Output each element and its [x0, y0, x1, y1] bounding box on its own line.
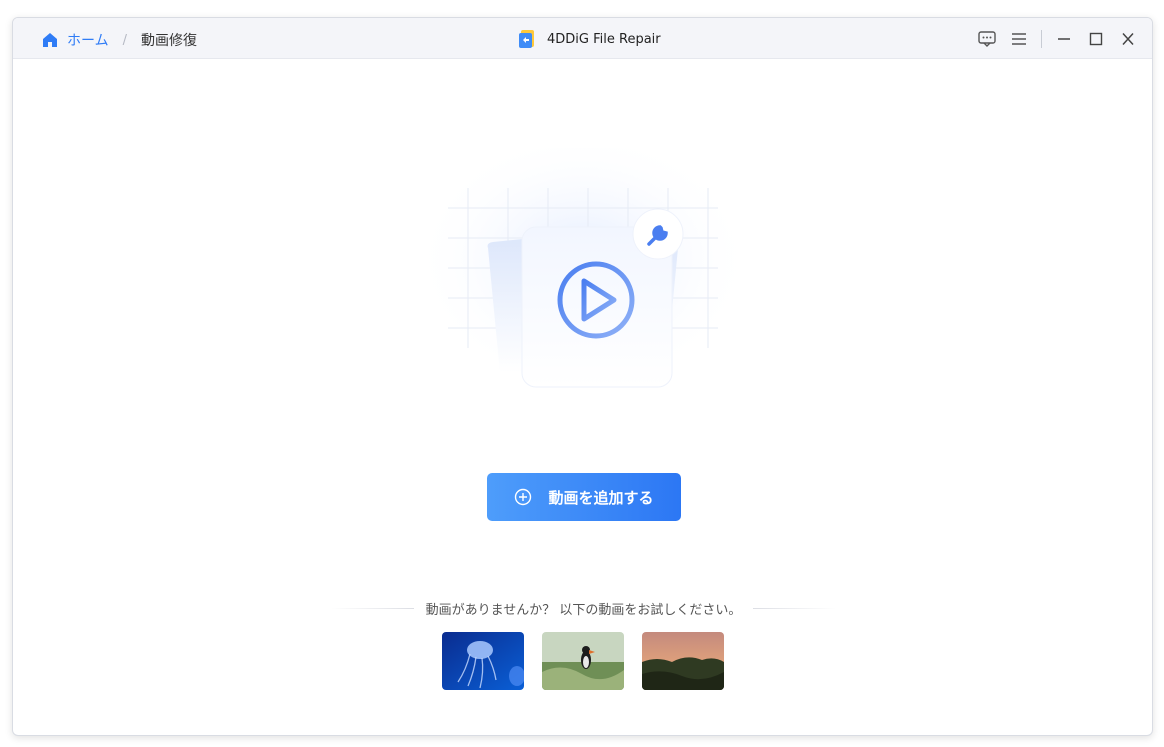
plus-circle-icon: [514, 488, 532, 506]
breadcrumb-home-link[interactable]: ホーム: [67, 30, 109, 50]
breadcrumb-separator: /: [122, 32, 127, 48]
minimize-icon[interactable]: [1054, 30, 1074, 48]
app-logo-icon: [518, 28, 538, 50]
sample-video-puffin[interactable]: [542, 632, 624, 690]
sample-video-jellyfish[interactable]: [442, 632, 524, 690]
title-bar: ホーム / 動画修復 4DDiG File Repair: [13, 18, 1152, 59]
sample-prompt-text: 動画がありませんか？ 以下の動画をお試しください。: [425, 602, 742, 618]
maximize-icon[interactable]: [1086, 30, 1106, 48]
app-title: 4DDiG File Repair: [518, 28, 661, 50]
window-controls: [965, 30, 1138, 48]
sample-video-list: [442, 632, 724, 690]
controls-divider: [1041, 30, 1042, 48]
home-icon[interactable]: [41, 31, 59, 49]
video-repair-illustration: [408, 143, 758, 408]
app-window: ホーム / 動画修復 4DDiG File Repair 動画を追加する 動画が…: [12, 17, 1153, 736]
breadcrumb: ホーム / 動画修復: [41, 30, 197, 50]
feedback-icon[interactable]: [977, 30, 997, 48]
app-title-text: 4DDiG File Repair: [547, 31, 661, 47]
close-icon[interactable]: [1118, 30, 1138, 48]
breadcrumb-current: 動画修復: [140, 33, 197, 49]
sample-prompt-row: 動画がありませんか？ 以下の動画をお試しください。: [331, 598, 836, 618]
add-video-button-label: 動画を追加する: [548, 488, 654, 507]
divider-right: [753, 607, 836, 609]
menu-icon[interactable]: [1009, 30, 1029, 48]
divider-left: [331, 607, 414, 609]
add-video-button[interactable]: 動画を追加する: [487, 473, 681, 521]
sample-video-sunset-forest[interactable]: [642, 632, 724, 690]
